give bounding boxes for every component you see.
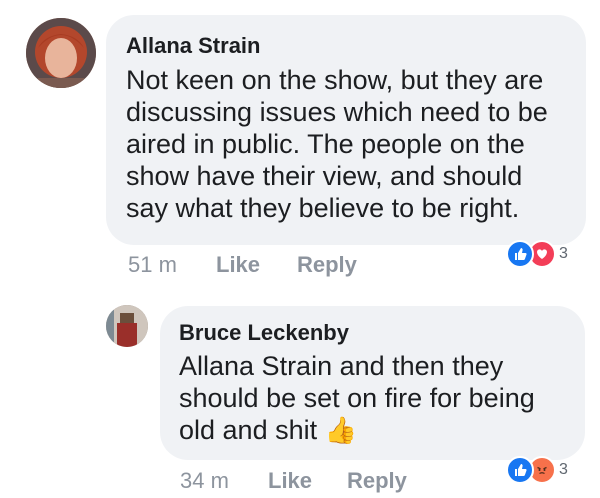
comment-text: Not keen on the show, but they are discu… [126,65,548,223]
reaction-summary[interactable]: 3 [506,456,568,484]
reaction-count: 3 [559,245,568,262]
like-button[interactable]: Like [216,252,260,278]
reaction-summary[interactable]: 3 [506,240,568,268]
reaction-count: 3 [559,461,568,478]
like-icon [506,456,534,484]
reply-button[interactable]: Reply [297,252,357,278]
like-icon [506,240,534,268]
like-button[interactable]: Like [268,468,312,494]
comment-author[interactable]: Allana Strain [126,33,260,59]
thumbs-up-emoji: 👍 [324,415,357,445]
comment-timestamp[interactable]: 34 m [180,468,229,494]
comment-author[interactable]: Bruce Leckenby [179,320,349,346]
comment-text: Allana Strain and then they should be se… [179,350,569,446]
avatar[interactable] [106,305,148,347]
comment-timestamp[interactable]: 51 m [128,252,177,278]
reply-button[interactable]: Reply [347,468,407,494]
avatar[interactable] [26,18,96,88]
